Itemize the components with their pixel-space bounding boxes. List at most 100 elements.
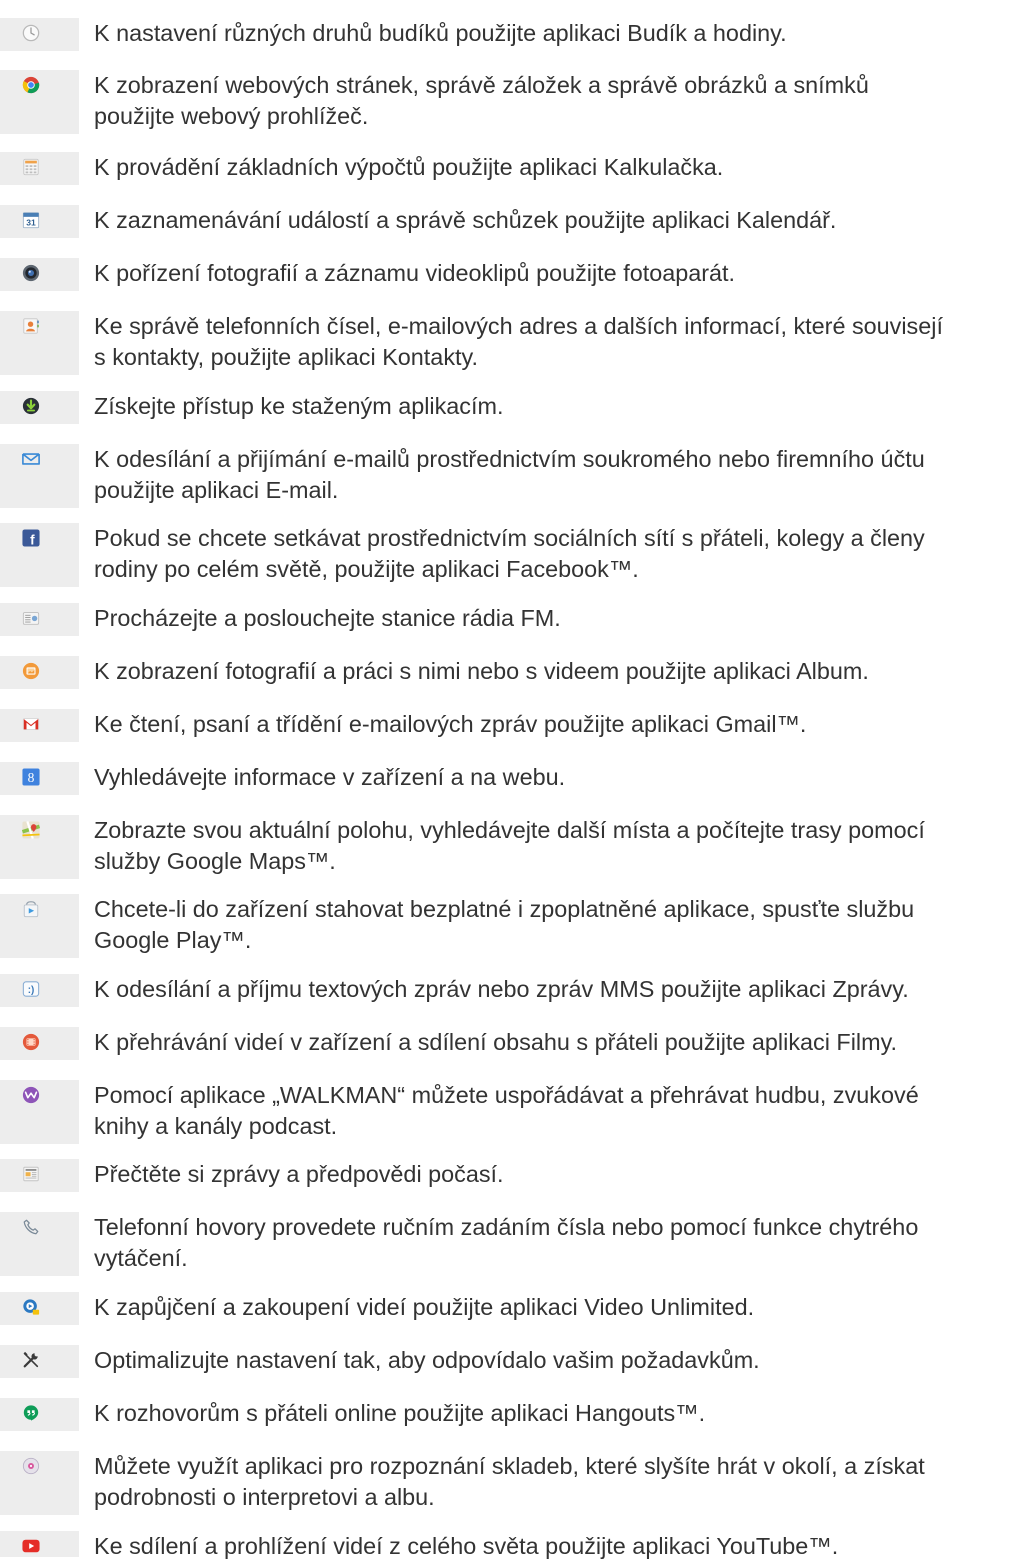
radio-icon	[22, 609, 40, 627]
icon-cell	[0, 444, 79, 508]
item-description: K pořízení fotografií a záznamu videokli…	[94, 258, 1019, 289]
description-line: K nastavení různých druhů budíků použijt…	[94, 20, 787, 46]
list-item: f Pokud se chcete setkávat prostřednictví…	[0, 523, 1021, 587]
movies-icon	[22, 1033, 40, 1051]
list-item: K rozhovorům s přáteli online použijte a…	[0, 1398, 1021, 1431]
list-item: K zobrazení webových stránek, správě zál…	[0, 70, 1021, 134]
album-icon	[22, 662, 40, 680]
description-line: K pořízení fotografií a záznamu videokli…	[94, 260, 736, 286]
description-line: Google Play™.	[94, 927, 252, 953]
item-description: K zobrazení fotografií a práci s nimi ne…	[94, 656, 1019, 687]
item-description: Pomocí aplikace „WALKMAN“ můžete uspořád…	[94, 1080, 1019, 1142]
list-item: K zobrazení fotografií a práci s nimi ne…	[0, 656, 1021, 689]
description-line: podrobnosti o interpretovi a albu.	[94, 1484, 435, 1510]
list-item: Zobrazte svou aktuální polohu, vyhledáve…	[0, 815, 1021, 879]
description-line: Ke čtení, psaní a třídění e-mailových zp…	[94, 711, 807, 737]
svg-text:f: f	[30, 532, 35, 547]
item-description: K nastavení různých druhů budíků použijt…	[94, 18, 1019, 49]
description-line: Přečtěte si zprávy a předpovědi počasí.	[94, 1161, 504, 1187]
description-line: K odesílání a přijímání e-mailů prostřed…	[94, 446, 925, 472]
description-line: použijte webový prohlížeč.	[94, 103, 369, 129]
google-search-icon: 8	[22, 768, 40, 786]
description-line: Telefonní hovory provedete ručním zadání…	[94, 1214, 919, 1240]
item-description: K rozhovorům s přáteli online použijte a…	[94, 1398, 1019, 1429]
email-icon	[22, 450, 40, 468]
description-line: Zobrazte svou aktuální polohu, vyhledáve…	[94, 817, 925, 843]
icon-cell: :)	[0, 974, 79, 1007]
list-item: K zapůjčení a zakoupení videí použijte a…	[0, 1292, 1021, 1325]
item-description: K provádění základních výpočtů použijte …	[94, 152, 1019, 183]
description-line: knihy a kanály podcast.	[94, 1113, 338, 1139]
description-line: použijte aplikaci E-mail.	[94, 477, 339, 503]
news-icon	[22, 1165, 40, 1183]
list-item: Pomocí aplikace „WALKMAN“ můžete uspořád…	[0, 1080, 1021, 1144]
walkman-icon	[22, 1086, 40, 1104]
list-item: Procházejte a poslouchejte stanice rádia…	[0, 603, 1021, 636]
description-line: K provádění základních výpočtů použijte …	[94, 154, 724, 180]
hangouts-icon	[22, 1404, 40, 1422]
list-item: 31 K zaznamenávání událostí a správě schů…	[0, 205, 1021, 238]
item-description: Přečtěte si zprávy a předpovědi počasí.	[94, 1159, 1019, 1190]
list-item: K odesílání a přijímání e-mailů prostřed…	[0, 444, 1021, 508]
list-item: K nastavení různých druhů budíků použijt…	[0, 18, 1021, 51]
icon-cell	[0, 894, 79, 958]
item-description: Telefonní hovory provedete ručním zadání…	[94, 1212, 1019, 1274]
description-line: Ke správě telefonních čísel, e-mailových…	[94, 313, 943, 339]
icon-cell	[0, 391, 79, 424]
description-line: K rozhovorům s přáteli online použijte a…	[94, 1400, 706, 1426]
icon-cell	[0, 1292, 79, 1325]
item-description: K zobrazení webových stránek, správě zál…	[94, 70, 1019, 132]
description-line: Optimalizujte nastavení tak, aby odpovíd…	[94, 1347, 760, 1373]
icon-cell	[0, 1345, 79, 1378]
icon-cell	[0, 1159, 79, 1192]
icon-cell: f	[0, 523, 79, 587]
phone-icon	[22, 1218, 40, 1236]
calculator-icon	[22, 158, 40, 176]
video-unlimited-icon	[22, 1298, 40, 1316]
contacts-icon	[22, 317, 40, 335]
description-line: Ke sdílení a prohlížení videí z celého s…	[94, 1533, 839, 1559]
description-line: vytáčení.	[94, 1245, 188, 1271]
icon-cell	[0, 311, 79, 375]
list-item: Ke správě telefonních čísel, e-mailových…	[0, 311, 1021, 375]
item-description: Chcete-li do zařízení stahovat bezplatné…	[94, 894, 1019, 956]
list-item: Získejte přístup ke staženým aplikacím.	[0, 391, 1021, 424]
icon-cell	[0, 656, 79, 689]
item-description: Ke čtení, psaní a třídění e-mailových zp…	[94, 709, 1019, 740]
list-item: Přečtěte si zprávy a předpovědi počasí.	[0, 1159, 1021, 1192]
description-line: rodiny po celém světě, použijte aplikaci…	[94, 556, 639, 582]
icon-cell	[0, 1451, 79, 1515]
icon-cell	[0, 1212, 79, 1276]
item-description: Zobrazte svou aktuální polohu, vyhledáve…	[94, 815, 1019, 877]
item-description: K zapůjčení a zakoupení videí použijte a…	[94, 1292, 1019, 1323]
item-description: Můžete využít aplikaci pro rozpoznání sk…	[94, 1451, 1019, 1513]
list-item: :) K odesílání a příjmu textových zpráv n…	[0, 974, 1021, 1007]
description-line: K přehrávání videí v zařízení a sdílení …	[94, 1029, 898, 1055]
list-item: Můžete využít aplikaci pro rozpoznání sk…	[0, 1451, 1021, 1515]
item-description: K zaznamenávání událostí a správě schůze…	[94, 205, 1019, 236]
description-line: K zapůjčení a zakoupení videí použijte a…	[94, 1294, 755, 1320]
clock-icon	[22, 24, 40, 42]
item-description: K přehrávání videí v zařízení a sdílení …	[94, 1027, 1019, 1058]
list-item: K provádění základních výpočtů použijte …	[0, 152, 1021, 185]
download-icon	[22, 397, 40, 415]
calendar-icon: 31	[22, 211, 40, 229]
list-item: Ke čtení, psaní a třídění e-mailových zp…	[0, 709, 1021, 742]
description-line: Získejte přístup ke staženým aplikacím.	[94, 393, 504, 419]
svg-text:31: 31	[26, 218, 36, 228]
gmail-icon	[22, 715, 40, 733]
icon-cell	[0, 70, 79, 134]
list-item: Chcete-li do zařízení stahovat bezplatné…	[0, 894, 1021, 958]
icon-cell	[0, 709, 79, 742]
youtube-icon	[22, 1537, 40, 1555]
description-line: služby Google Maps™.	[94, 848, 336, 874]
list-item: K pořízení fotografií a záznamu videokli…	[0, 258, 1021, 291]
item-description: Procházejte a poslouchejte stanice rádia…	[94, 603, 1019, 634]
icon-cell	[0, 1080, 79, 1144]
maps-icon	[21, 821, 41, 839]
description-line: K odesílání a příjmu textových zpráv neb…	[94, 976, 909, 1002]
item-description: Vyhledávejte informace v zařízení a na w…	[94, 762, 1019, 793]
icon-cell	[0, 1398, 79, 1431]
icon-cell	[0, 1027, 79, 1060]
icon-cell	[0, 815, 79, 879]
